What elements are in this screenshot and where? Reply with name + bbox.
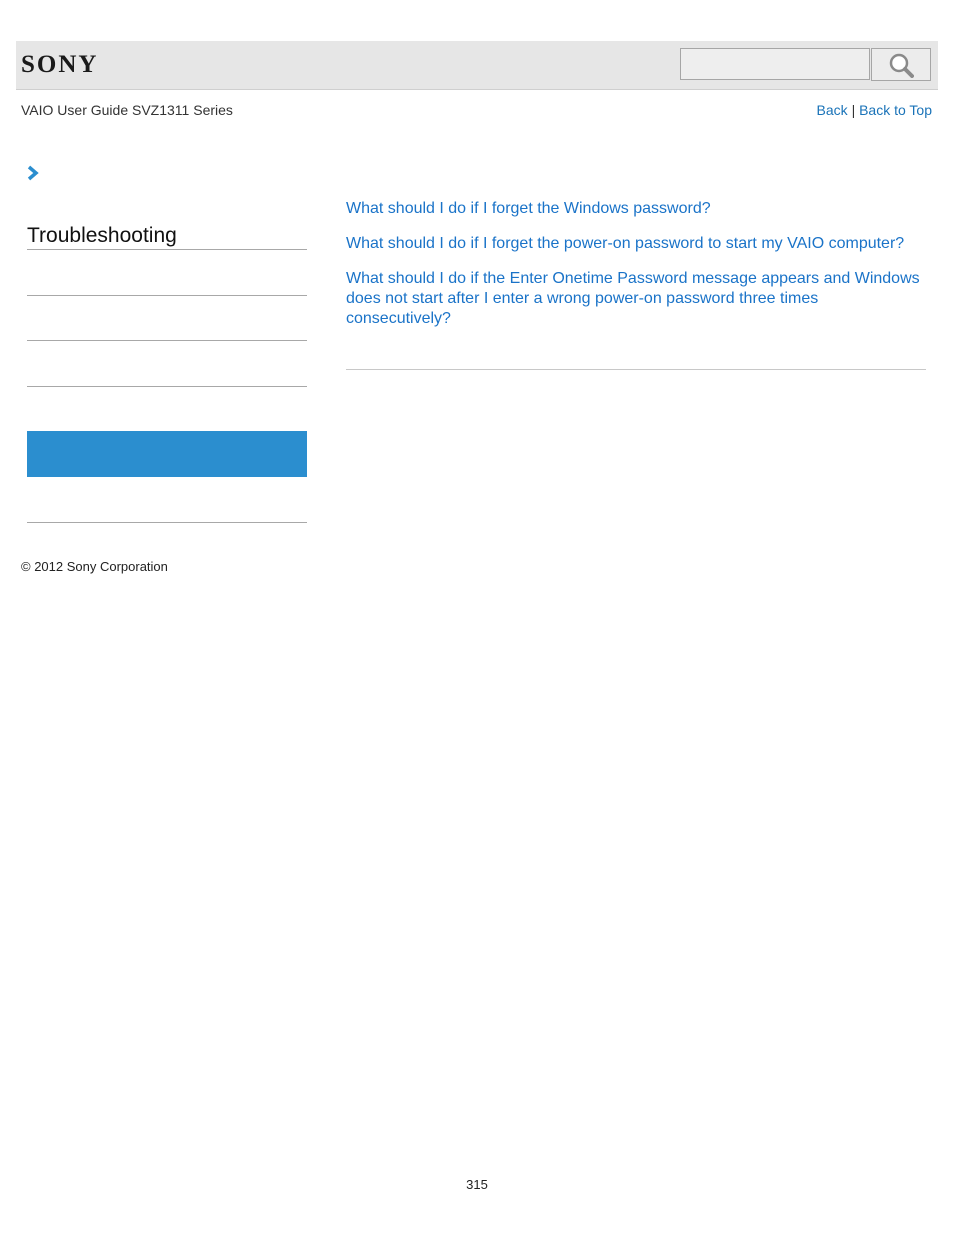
nav-separator: |	[851, 102, 856, 118]
guide-title: VAIO User Guide SVZ1311 Series	[21, 102, 233, 118]
topic-links: What should I do if I forget the Windows…	[346, 199, 921, 344]
sidebar-divider	[27, 386, 307, 387]
sidebar-divider	[27, 340, 307, 341]
sidebar-divider	[27, 522, 307, 523]
topic-link-onetime-password[interactable]: What should I do if the Enter Onetime Pa…	[346, 269, 921, 329]
chevron-right-icon	[27, 165, 39, 181]
topic-link-power-on-password[interactable]: What should I do if I forget the power-o…	[346, 234, 921, 254]
top-nav-links: Back | Back to Top	[817, 102, 932, 118]
sidebar-divider	[27, 295, 307, 296]
copyright: © 2012 Sony Corporation	[21, 559, 168, 574]
page-number: 315	[466, 1177, 488, 1192]
sidebar-item-active[interactable]	[27, 431, 307, 477]
breadcrumb[interactable]	[26, 165, 40, 186]
search-input[interactable]	[680, 48, 870, 80]
topic-link-windows-password[interactable]: What should I do if I forget the Windows…	[346, 199, 921, 219]
content-divider	[346, 369, 926, 370]
sony-logo[interactable]: SONY	[21, 51, 98, 79]
back-link[interactable]: Back	[817, 102, 848, 118]
search-button[interactable]	[871, 48, 931, 81]
sidebar-title: Troubleshooting	[27, 222, 307, 250]
header-bar: SONY	[16, 41, 938, 90]
search-icon	[889, 53, 914, 78]
back-to-top-link[interactable]: Back to Top	[859, 102, 932, 118]
